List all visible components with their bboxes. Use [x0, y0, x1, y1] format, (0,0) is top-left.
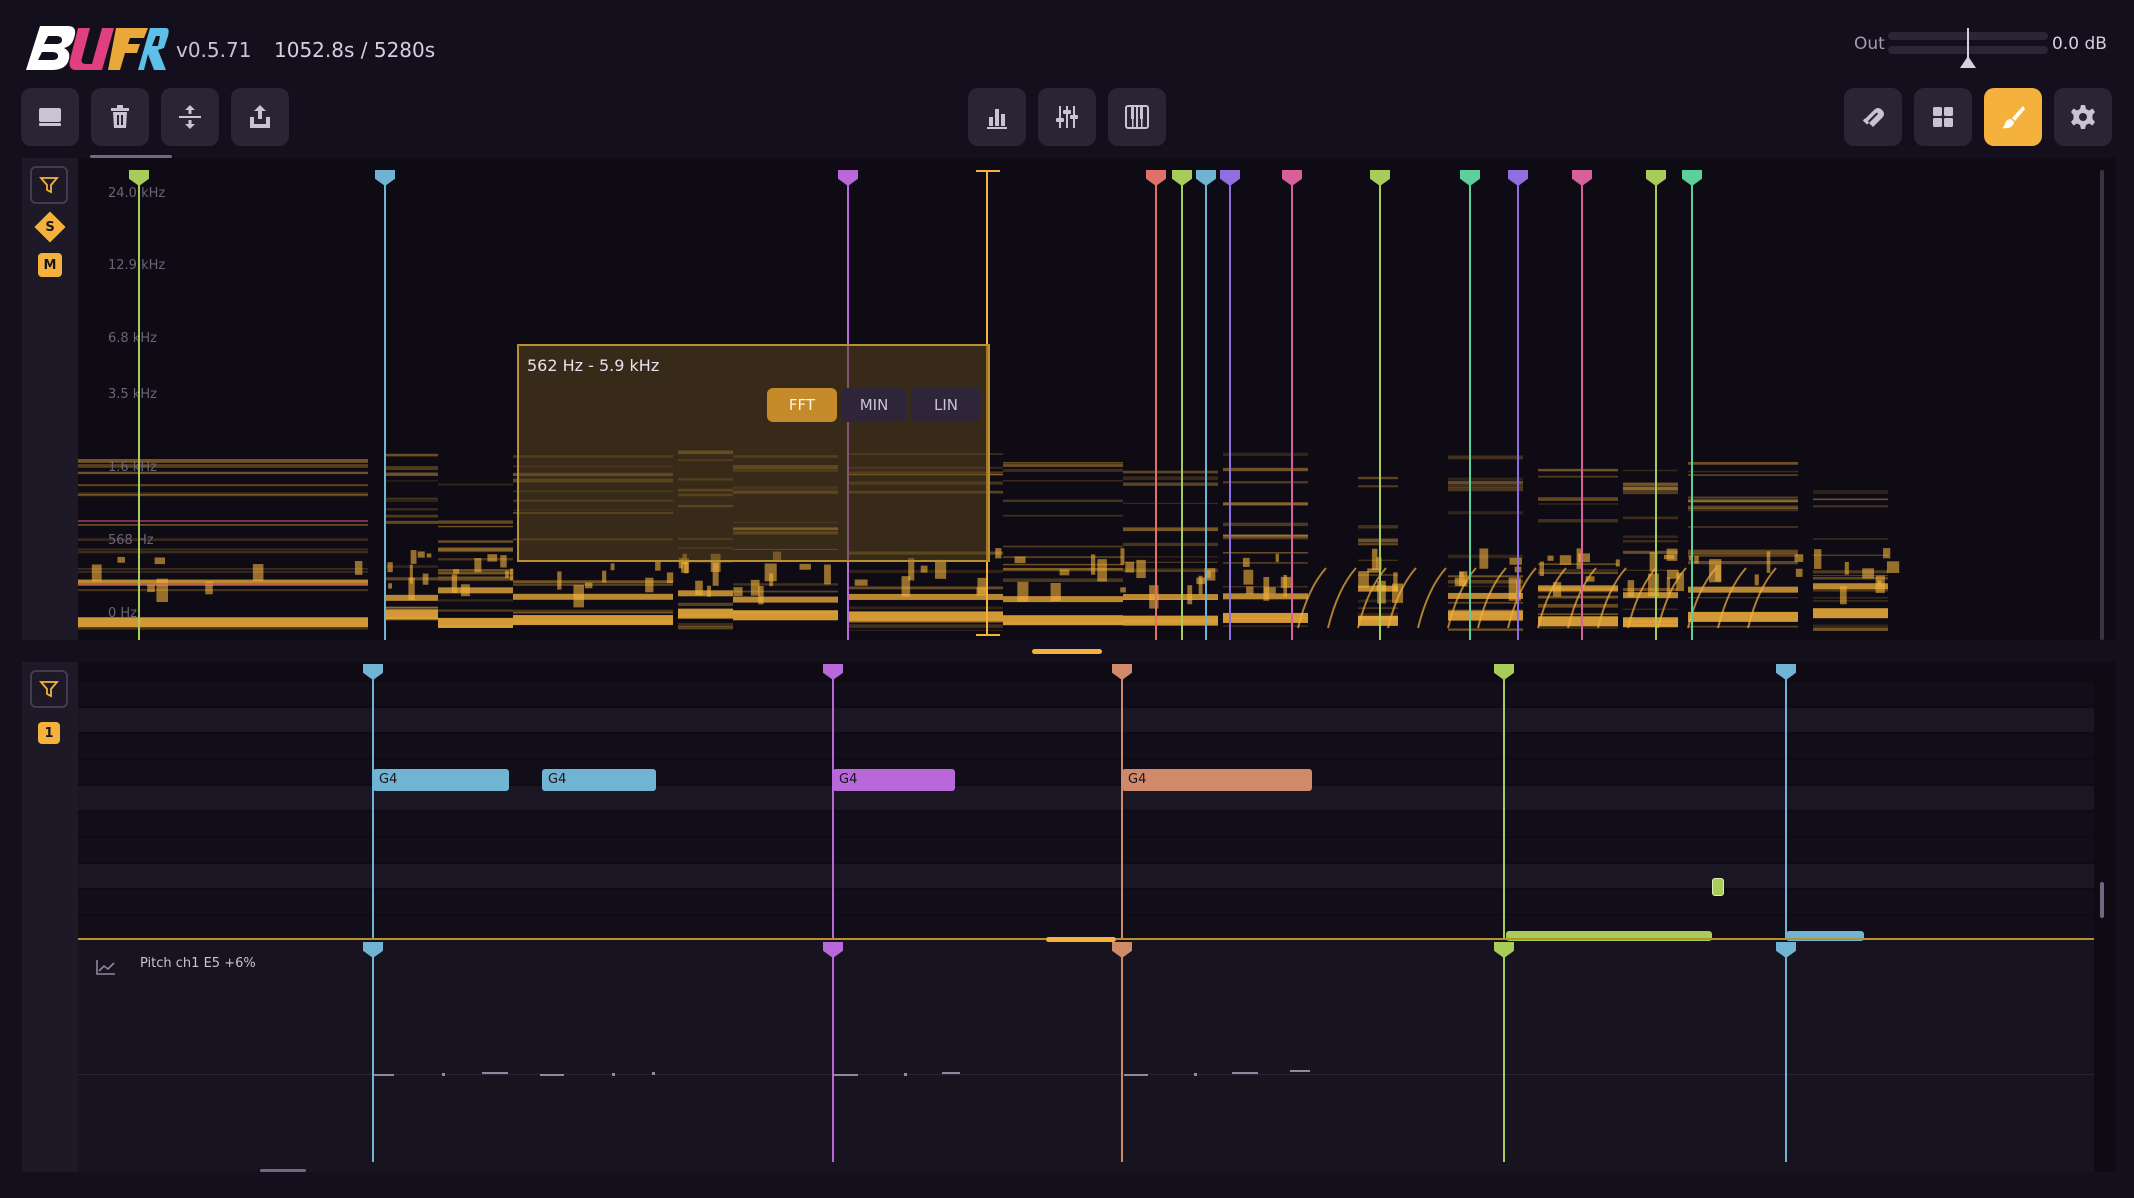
timeline-marker-line [1503, 666, 1505, 938]
note-block[interactable]: G4 [542, 769, 656, 791]
channel-badge[interactable]: 1 [38, 722, 60, 744]
spectrogram-scrollbar[interactable] [2100, 170, 2104, 640]
sliders-icon [1056, 106, 1078, 128]
timeline-marker-line [832, 944, 834, 1162]
split-button[interactable] [161, 88, 219, 146]
timeline-scrollbar[interactable] [260, 1169, 306, 1172]
frequency-axis-label: 12.9 kHz [108, 258, 166, 273]
export-icon [250, 105, 270, 128]
spectrogram-sidebar: S M [22, 158, 78, 640]
monitor-icon [39, 108, 61, 126]
header: v0.5.71 1052.8s / 5280s Out 0.0 dB [0, 0, 2134, 158]
panel-split-handle[interactable] [1032, 649, 1102, 654]
frequency-axis-label: 1.6 kHz [108, 460, 157, 475]
playback-time: 1052.8s / 5280s [274, 38, 436, 62]
timeline-marker-line [1181, 172, 1183, 640]
timeline-marker-line [1517, 172, 1519, 640]
note-block[interactable] [1712, 878, 1724, 896]
filter-icon [39, 681, 59, 698]
filter-icon [39, 177, 59, 194]
output-gain-slider[interactable] [1888, 28, 2048, 68]
line-chart-icon [96, 960, 115, 975]
timeline-marker-line [1691, 172, 1693, 640]
timeline-marker-line [1205, 172, 1207, 640]
timeline-marker-line [832, 666, 834, 938]
lane-resize-handle[interactable] [1046, 937, 1116, 942]
app-version: v0.5.71 [176, 38, 252, 62]
bar-chart-icon [987, 109, 1007, 129]
settings-button[interactable] [2054, 88, 2112, 146]
output-gain-handle[interactable] [1967, 28, 1969, 58]
magnet-icon [1862, 108, 1884, 127]
note-block[interactable]: G4 [833, 769, 955, 791]
spectrogram-filter-button[interactable] [30, 166, 68, 204]
timeline-marker-line [1379, 172, 1381, 640]
timeline-marker-line [372, 944, 374, 1162]
timeline-marker-line [1785, 666, 1787, 938]
frequency-selection-box[interactable]: 562 Hz - 5.9 kHz FFT MIN LIN [517, 344, 990, 562]
spectrum-view-button[interactable] [968, 88, 1026, 146]
pitch-lane-button[interactable] [88, 952, 124, 982]
grid-icon [1933, 107, 1953, 127]
frequency-axis-label: 0 Hz [108, 606, 138, 621]
selection-range-text: 562 Hz - 5.9 kHz [527, 356, 660, 375]
delete-button[interactable] [91, 88, 149, 146]
trash-icon [111, 105, 129, 128]
piano-roll-grid[interactable] [78, 662, 2094, 1172]
timeline-marker-line [1785, 944, 1787, 1162]
monitor-button[interactable] [21, 88, 79, 146]
notes-filter-button[interactable] [30, 670, 68, 708]
frequency-axis-label: 6.8 kHz [108, 331, 157, 346]
notes-sidebar: 1 [22, 662, 78, 1172]
piano-icon [1125, 105, 1149, 129]
brush-icon [2002, 106, 2025, 129]
fft-mode-button[interactable]: FFT [767, 388, 837, 422]
timeline-marker-line [1655, 172, 1657, 640]
timeline-marker-line [384, 172, 386, 640]
solo-badge-label: S [45, 219, 55, 235]
pitch-lane-label: Pitch ch1 E5 +6% [140, 956, 256, 971]
output-gain-value: 0.0 dB [2052, 34, 2107, 54]
notes-scrollbar[interactable] [2100, 882, 2104, 918]
spectrogram-display[interactable] [78, 168, 2094, 640]
min-mode-button[interactable]: MIN [841, 388, 907, 422]
frequency-axis-label: 568 Hz [108, 533, 154, 548]
timeline-marker-line [372, 666, 374, 938]
timeline-marker-line [1581, 172, 1583, 640]
timeline-marker-line [1121, 666, 1123, 938]
timeline-marker-line [1503, 944, 1505, 1162]
timeline-marker-line [1469, 172, 1471, 640]
mute-badge[interactable]: M [38, 253, 62, 277]
frequency-axis-label: 24.0 kHz [108, 186, 166, 201]
mixer-view-button[interactable] [1038, 88, 1096, 146]
timeline-marker-line [1229, 172, 1231, 640]
piano-view-button[interactable] [1108, 88, 1166, 146]
export-button[interactable] [231, 88, 289, 146]
gear-icon [2071, 105, 2095, 129]
frequency-axis-label: 3.5 kHz [108, 387, 157, 402]
note-block[interactable]: G4 [373, 769, 509, 791]
output-gain-pointer [1960, 56, 1976, 68]
timeline-marker-line [1121, 944, 1123, 1162]
lin-mode-button[interactable]: LIN [911, 388, 981, 422]
layout-button[interactable] [1914, 88, 1972, 146]
brush-button[interactable] [1984, 88, 2042, 146]
app-logo [26, 26, 169, 70]
timeline-marker-line [1155, 172, 1157, 640]
note-block[interactable]: G4 [1122, 769, 1312, 791]
output-label: Out [1854, 34, 1885, 54]
split-vertical-icon [179, 105, 201, 129]
magnet-button[interactable] [1844, 88, 1902, 146]
timeline-marker-line [1291, 172, 1293, 640]
timeline-marker-line [138, 172, 140, 640]
